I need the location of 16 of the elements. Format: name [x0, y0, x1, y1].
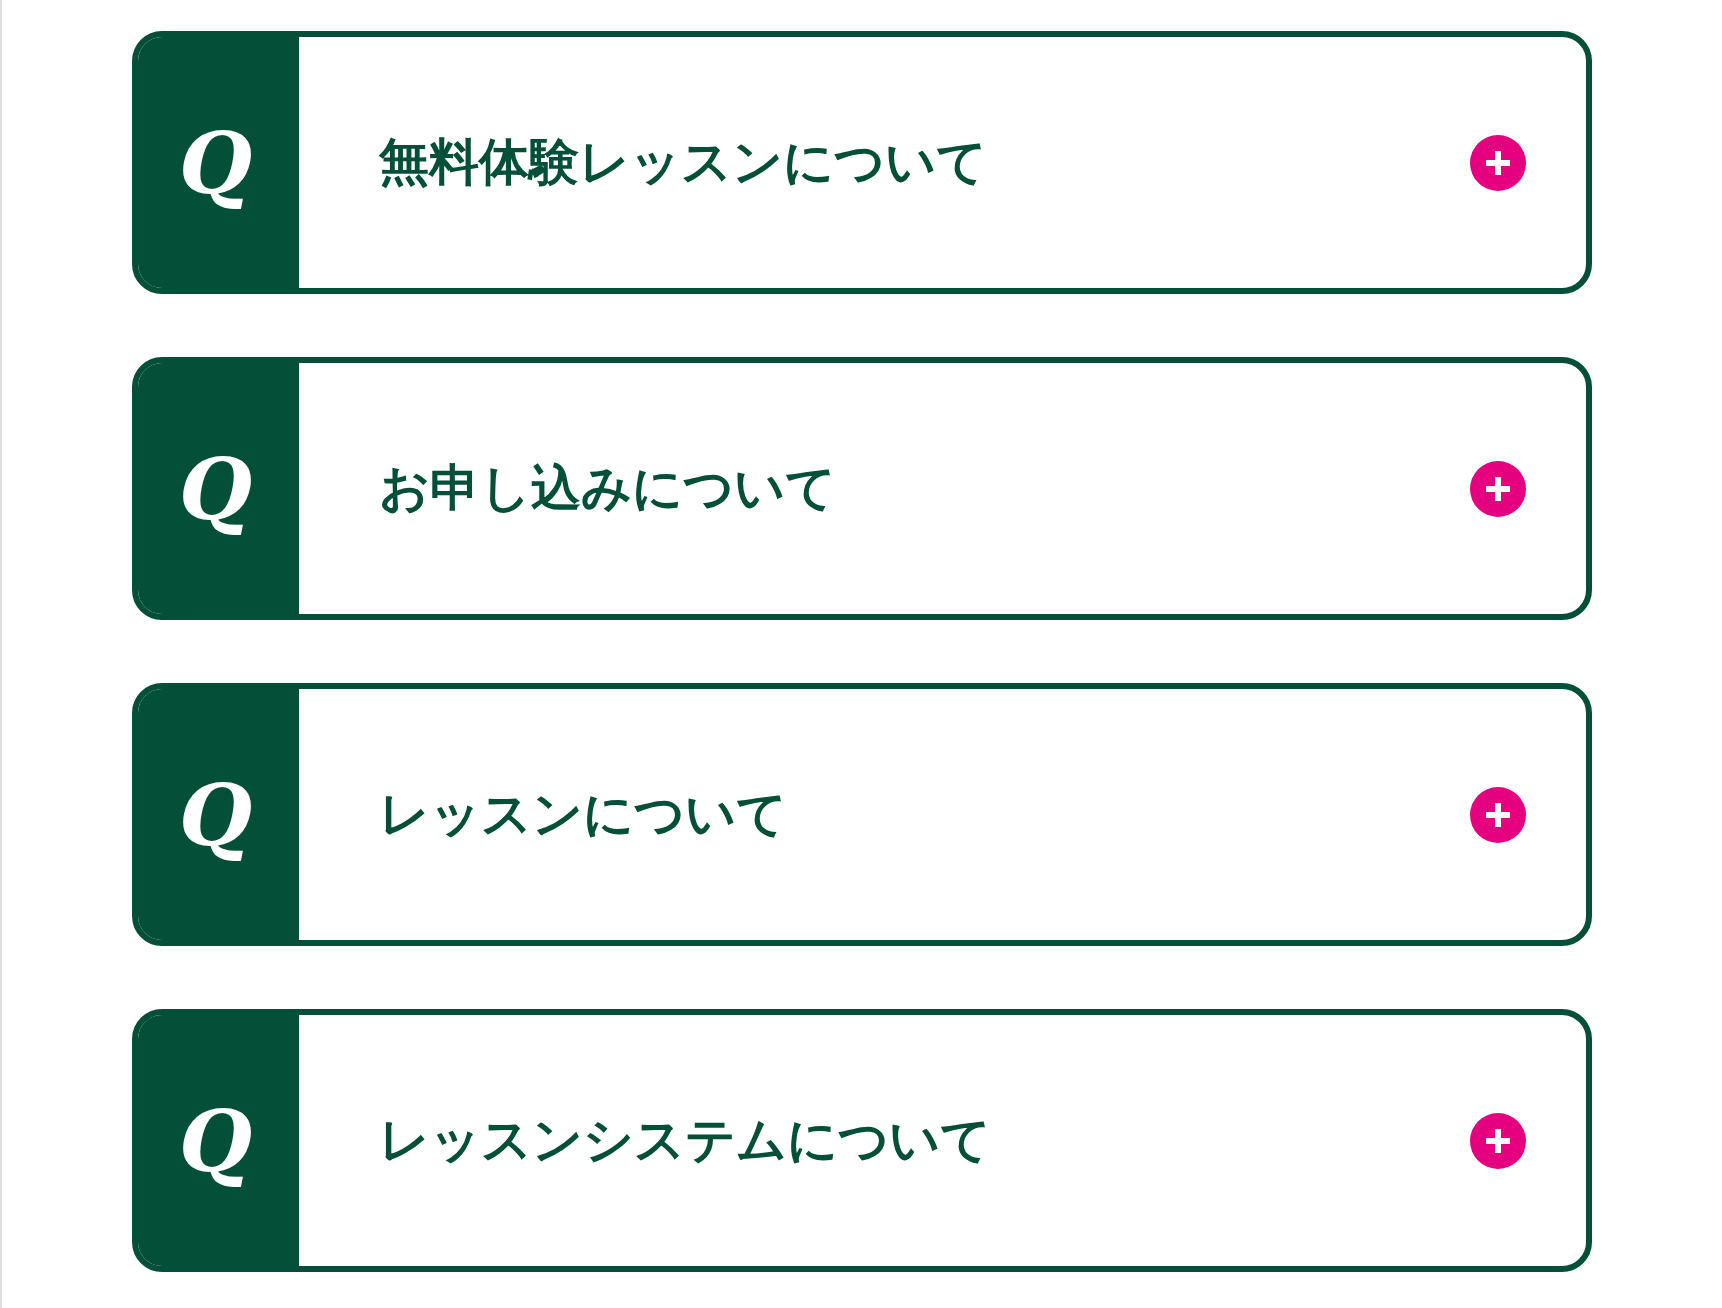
question-marker: Q — [138, 37, 299, 288]
question-text: レッスンについて — [379, 785, 787, 843]
plus-icon[interactable] — [1470, 1112, 1526, 1169]
faq-item[interactable]: Q お申し込みについて — [132, 357, 1592, 620]
faq-item[interactable]: Q レッスンシステムについて — [132, 1009, 1592, 1272]
plus-icon[interactable] — [1470, 134, 1526, 191]
faq-item[interactable]: Q 無料体験レッスンについて — [132, 31, 1592, 294]
plus-icon[interactable] — [1470, 786, 1526, 843]
question-marker: Q — [138, 1015, 299, 1266]
question-marker: Q — [138, 363, 299, 614]
question-text: 無料体験レッスンについて — [379, 133, 987, 191]
faq-item[interactable]: Q レッスンについて — [132, 683, 1592, 946]
plus-icon[interactable] — [1470, 460, 1526, 517]
question-text: レッスンシステムについて — [379, 1111, 991, 1169]
question-text: お申し込みについて — [379, 459, 836, 517]
question-marker: Q — [138, 689, 299, 940]
